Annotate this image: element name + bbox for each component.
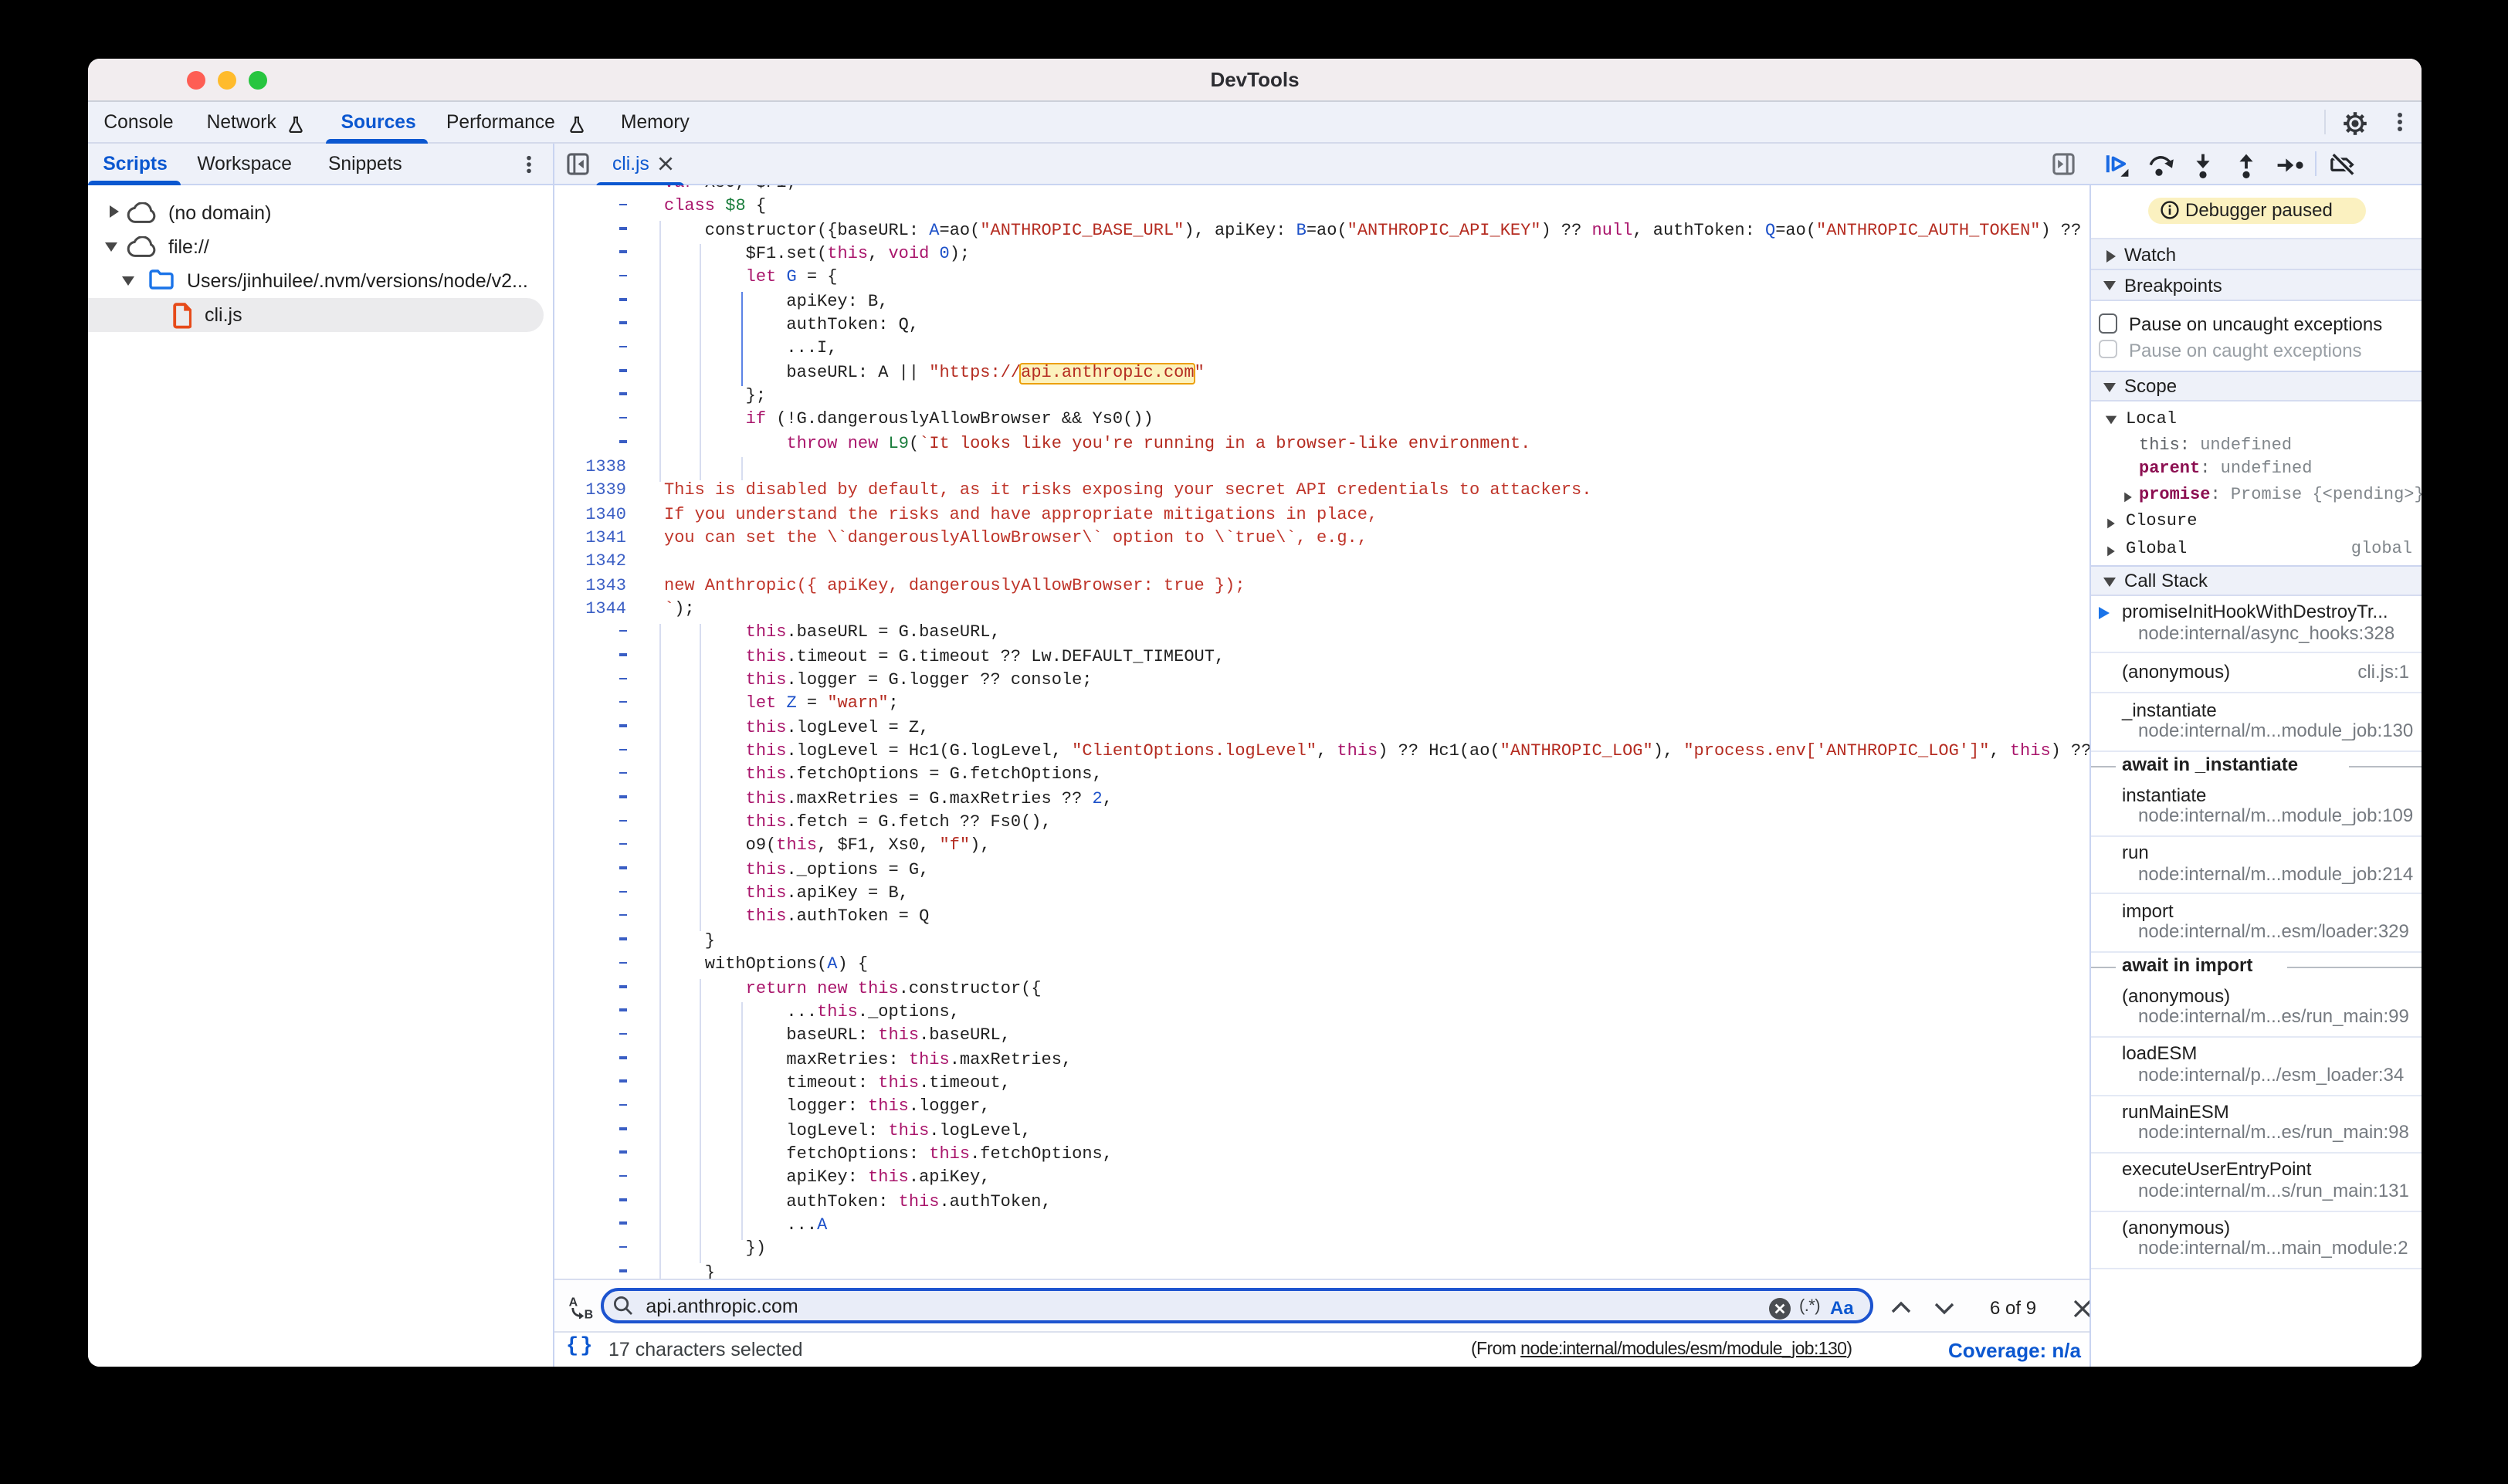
svg-text:A: A <box>568 1296 578 1309</box>
svg-text:B: B <box>584 1308 593 1318</box>
